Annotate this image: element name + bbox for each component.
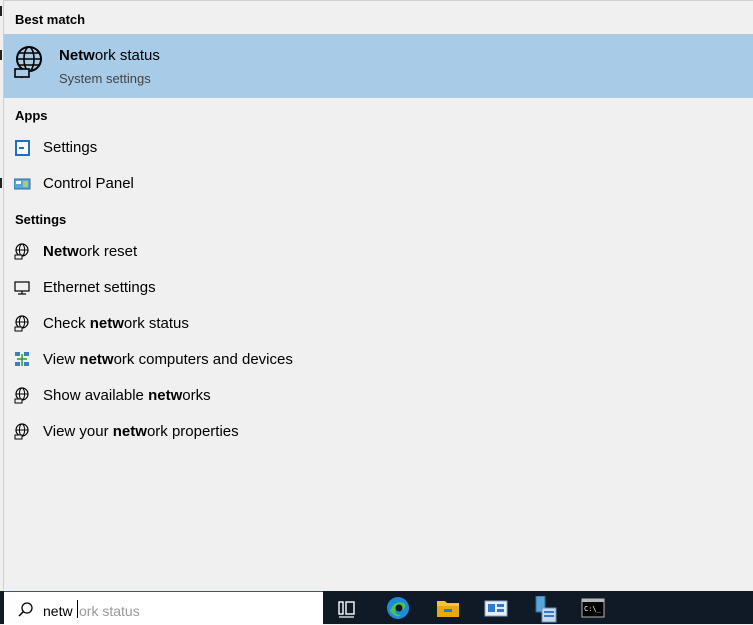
- search-results-panel: Best match Network status System setting…: [4, 1, 753, 590]
- label-post: ork status: [123, 315, 189, 332]
- admin-tools-button[interactable]: [522, 591, 570, 624]
- settings-app-icon: [14, 139, 32, 157]
- app-result-settings[interactable]: Settings: [4, 130, 753, 166]
- label-pre: View your: [43, 423, 113, 440]
- app-label: Settings: [43, 139, 98, 156]
- setting-label: Check network status: [43, 315, 189, 332]
- control-panel-icon: [13, 175, 32, 193]
- globe-icon: [14, 243, 32, 261]
- label-pre: Check: [43, 315, 90, 332]
- title-rest-text: ork status: [94, 47, 160, 64]
- label-match: netw: [79, 351, 114, 368]
- search-query-text: netw: [43, 603, 73, 619]
- best-match-result[interactable]: Network status System settings: [4, 34, 753, 98]
- edge-mark: [0, 6, 2, 16]
- search-icon: [17, 601, 35, 619]
- label-post: orks: [182, 387, 211, 404]
- globe-icon: [14, 387, 32, 405]
- setting-result-show-available-networks[interactable]: Show available networks: [4, 378, 753, 414]
- label-match: netw: [112, 423, 147, 440]
- setting-label: View your network properties: [43, 423, 239, 440]
- label-pre: Ethernet settings: [43, 279, 156, 296]
- label-pre: View: [43, 351, 80, 368]
- label-pre: Show available: [43, 387, 149, 404]
- setting-result-view-network-properties[interactable]: View your network properties: [4, 414, 753, 450]
- setting-label: View network computers and devices: [43, 351, 293, 368]
- edge-button[interactable]: [374, 591, 422, 624]
- app-result-control-panel[interactable]: Control Panel: [4, 166, 753, 202]
- ethernet-icon: [14, 279, 32, 297]
- terminal-button[interactable]: C:\_: [569, 591, 617, 624]
- label-post: ork reset: [78, 243, 138, 260]
- title-match-text: Netw: [59, 47, 95, 64]
- text-caret: [77, 600, 78, 618]
- taskbar-search-box[interactable]: netw ork status: [4, 591, 323, 625]
- label-match: netw: [148, 387, 183, 404]
- edge-mark: [0, 50, 2, 60]
- network-devices-icon: [14, 351, 32, 369]
- label-post: ork computers and devices: [113, 351, 293, 368]
- setting-result-network-reset[interactable]: Network reset: [4, 234, 753, 270]
- label-match: Netw: [43, 243, 79, 260]
- setting-label: Ethernet settings: [43, 279, 156, 296]
- search-suggestion-text: ork status: [79, 603, 140, 619]
- task-view-button[interactable]: [323, 591, 371, 624]
- globe-icon: [14, 423, 32, 441]
- taskbar: C:\_: [323, 591, 753, 624]
- best-match-subtitle: System settings: [59, 71, 151, 86]
- setting-label: Network reset: [43, 243, 137, 260]
- server-manager-button[interactable]: [472, 591, 520, 624]
- file-explorer-button[interactable]: [424, 591, 472, 624]
- svg-text:C:\_: C:\_: [584, 605, 602, 613]
- app-label: Control Panel: [43, 175, 134, 192]
- globe-icon: [14, 315, 32, 333]
- setting-result-check-network-status[interactable]: Check network status: [4, 306, 753, 342]
- label-match: netw: [89, 315, 124, 332]
- setting-result-view-network-computers[interactable]: View network computers and devices: [4, 342, 753, 378]
- best-match-title: Network status: [59, 47, 160, 64]
- globe-icon: [13, 45, 47, 79]
- label-post: ork properties: [146, 423, 239, 440]
- section-heading-settings: Settings: [15, 212, 67, 227]
- setting-label: Show available networks: [43, 387, 211, 404]
- edge-mark: [0, 178, 2, 188]
- section-heading-best-match: Best match: [15, 12, 86, 27]
- section-heading-apps: Apps: [15, 108, 48, 123]
- setting-result-ethernet-settings[interactable]: Ethernet settings: [4, 270, 753, 306]
